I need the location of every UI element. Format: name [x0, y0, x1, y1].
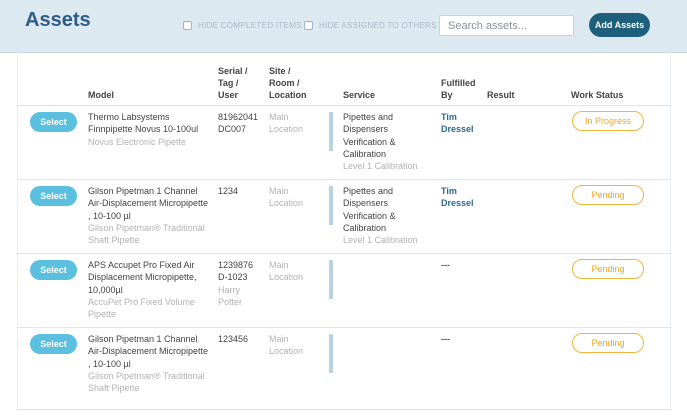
status-badge[interactable]: Pending [572, 333, 644, 353]
table-row: Select APS Accupet Pro Fixed Air Displac… [0, 254, 687, 327]
table-row: Select Gilson Pipetman 1 Channel Air-Dis… [0, 180, 687, 253]
service-indicator [329, 112, 333, 151]
hide-assigned-label: HIDE ASSIGNED TO OTHERS [319, 21, 437, 30]
col-header-serial: Serial / Tag / User [218, 66, 248, 100]
fulfilled-by-empty: --- [441, 260, 450, 270]
col-header-service: Service [343, 90, 376, 100]
service-indicator [329, 334, 333, 373]
hide-assigned-toggle[interactable]: HIDE ASSIGNED TO OTHERS [304, 21, 437, 30]
col-header-work-status: Work Status [571, 90, 624, 100]
col-header-site: Site / Room / Location [269, 66, 307, 100]
page-title: Assets [25, 9, 91, 31]
select-button[interactable]: Select [30, 260, 77, 280]
hide-completed-toggle[interactable]: HIDE COMPLETED ITEMS [183, 21, 302, 30]
fulfilled-by-empty: --- [441, 334, 450, 344]
table-row: Select Thermo Labsystems Finnpipette Nov… [0, 106, 687, 179]
model-cell: Gilson Pipetman 1 Channel Air-Displaceme… [88, 186, 209, 246]
search-input[interactable] [439, 15, 574, 36]
serial-cell: 123456 [218, 334, 249, 344]
service-cell: Pipettes and Dispensers Verification & C… [343, 186, 418, 246]
checkbox-icon[interactable] [183, 21, 192, 30]
service-cell: Pipettes and Dispensers Verification & C… [343, 112, 418, 172]
add-assets-button[interactable]: Add Assets [589, 13, 650, 37]
status-badge[interactable]: Pending [572, 185, 644, 205]
site-cell: Main Location [269, 186, 304, 209]
fulfilled-by-link[interactable]: Tim Dressel [441, 111, 474, 136]
select-button[interactable]: Select [30, 186, 77, 206]
fulfilled-by-link[interactable]: Tim Dressel [441, 185, 474, 210]
hide-completed-label: HIDE COMPLETED ITEMS [198, 21, 302, 30]
model-cell: Thermo Labsystems Finnpipette Novus 10-1… [88, 112, 199, 147]
select-button[interactable]: Select [30, 112, 77, 132]
model-cell: APS Accupet Pro Fixed Air Displacement M… [88, 260, 197, 320]
site-cell: Main Location [269, 260, 304, 283]
checkbox-icon[interactable] [304, 21, 313, 30]
site-cell: Main Location [269, 334, 304, 357]
select-button[interactable]: Select [30, 334, 77, 354]
table-row: Select Gilson Pipetman 1 Channel Air-Dis… [0, 328, 687, 401]
service-indicator [329, 186, 333, 225]
serial-cell: 1239876 D-1023 Harry Potter [218, 260, 254, 307]
serial-cell: 81962041 DC007 [218, 112, 259, 135]
model-cell: Gilson Pipetman 1 Channel Air-Displaceme… [88, 334, 209, 394]
status-badge[interactable]: Pending [572, 259, 644, 279]
page-header: Assets HIDE COMPLETED ITEMS HIDE ASSIGNE… [0, 0, 687, 53]
col-header-model: Model [88, 90, 114, 100]
site-cell: Main Location [269, 112, 304, 135]
col-header-result: Result [487, 90, 515, 100]
service-indicator [329, 260, 333, 299]
serial-cell: 1234 [218, 186, 239, 196]
table-bottom-border [17, 409, 671, 410]
col-header-fulfilled: Fulfilled By [441, 78, 476, 100]
status-badge[interactable]: In Progress [572, 111, 644, 131]
